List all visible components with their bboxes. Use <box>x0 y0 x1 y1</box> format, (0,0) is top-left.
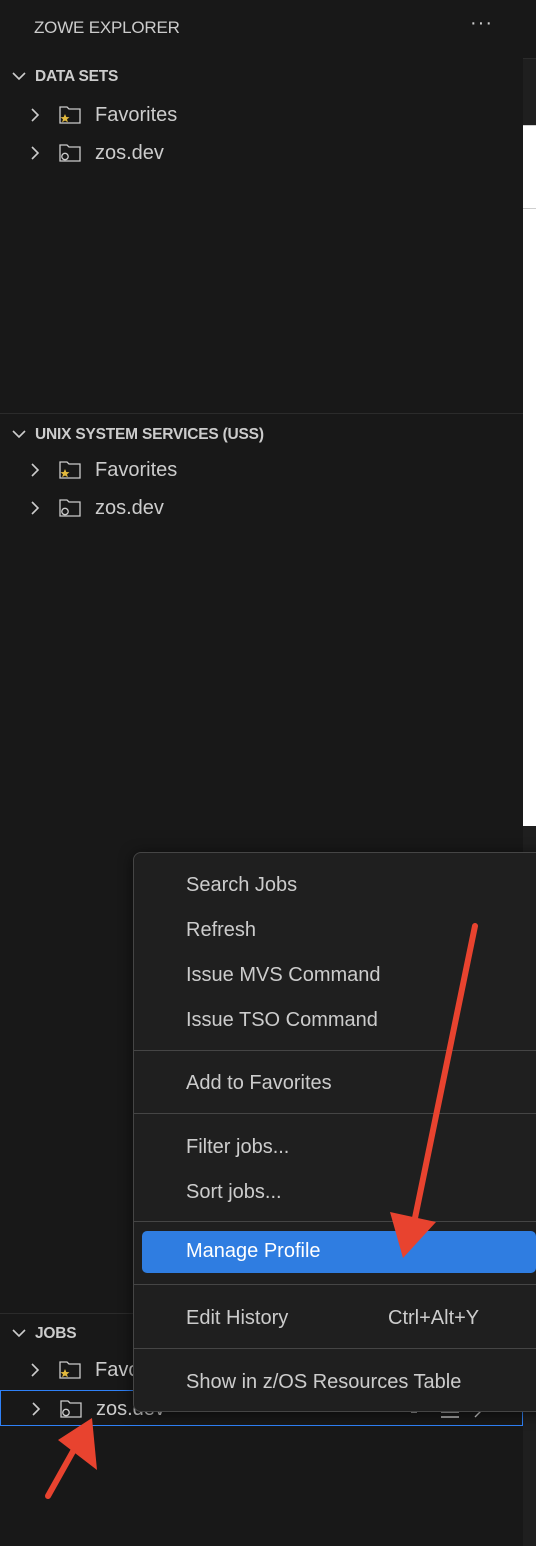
favorites-folder-icon <box>59 106 81 124</box>
menu-item-refresh[interactable]: Refresh <box>142 910 536 952</box>
context-menu: Search Jobs Refresh Issue MVS Command Is… <box>133 852 536 1412</box>
menu-item-issue-tso-command[interactable]: Issue TSO Command <box>142 1000 536 1042</box>
section-header-datasets[interactable]: DATA SETS <box>0 62 523 92</box>
menu-item-label: Add to Favorites <box>186 1072 332 1094</box>
panel-title: ZOWE EXPLORER <box>34 18 180 37</box>
chevron-down-icon <box>12 430 26 439</box>
more-actions-button[interactable]: ··· <box>470 12 493 35</box>
menu-item-label: Edit History <box>186 1307 289 1329</box>
chevron-right-icon <box>31 146 40 160</box>
menu-item-edit-history[interactable]: Edit History Ctrl+Alt+Y <box>142 1298 536 1340</box>
menu-item-sort-jobs[interactable]: Sort jobs... <box>142 1172 536 1214</box>
chevron-right-icon <box>31 501 40 515</box>
tree-item-favorites[interactable]: Favorites <box>0 97 523 133</box>
tree-item-label: Favorites <box>95 459 178 481</box>
tree-item-profile[interactable]: zos.dev <box>0 135 523 171</box>
chevron-right-icon <box>32 1402 41 1416</box>
favorites-folder-icon <box>59 1361 81 1379</box>
section-divider <box>0 413 523 414</box>
menu-item-filter-jobs[interactable]: Filter jobs... <box>142 1127 536 1169</box>
tree-item-label: zos.dev <box>95 142 164 164</box>
menu-item-shortcut: Ctrl+Alt+Y <box>388 1307 480 1329</box>
menu-separator <box>134 1348 536 1349</box>
menu-item-search-jobs[interactable]: Search Jobs <box>142 865 536 907</box>
tree-item-favorites[interactable]: Favorites <box>0 452 523 488</box>
menu-item-label: Refresh <box>186 919 257 941</box>
favorites-folder-icon <box>59 461 81 479</box>
editor-pane <box>523 125 536 826</box>
menu-separator <box>134 1050 536 1051</box>
chevron-right-icon <box>31 108 40 122</box>
section-label: DATA SETS <box>35 68 119 85</box>
tree-item-label: zos.dev <box>95 497 164 519</box>
menu-item-label: Search Jobs <box>186 874 298 896</box>
menu-item-label: Manage Profile <box>186 1240 321 1262</box>
tree-item-label: Favorites <box>95 104 178 126</box>
menu-separator <box>134 1284 536 1285</box>
chevron-down-icon <box>12 72 26 81</box>
menu-item-manage-profile[interactable]: Manage Profile <box>142 1231 536 1273</box>
menu-item-add-to-favorites[interactable]: Add to Favorites <box>142 1063 536 1105</box>
chevron-down-icon <box>12 1329 26 1338</box>
menu-item-issue-mvs-command[interactable]: Issue MVS Command <box>142 955 536 997</box>
menu-item-label: Issue MVS Command <box>186 964 381 986</box>
menu-item-label: Sort jobs... <box>186 1181 282 1203</box>
editor-rule <box>523 208 536 209</box>
section-header-uss[interactable]: UNIX SYSTEM SERVICES (USS) <box>0 420 523 450</box>
menu-item-show-in-resources-table[interactable]: Show in z/OS Resources Table <box>142 1362 536 1404</box>
section-label: JOBS <box>35 1325 77 1342</box>
profile-folder-icon <box>59 499 81 517</box>
menu-separator <box>134 1221 536 1222</box>
section-label: UNIX SYSTEM SERVICES (USS) <box>35 426 264 443</box>
menu-separator <box>134 1113 536 1114</box>
menu-item-label: Show in z/OS Resources Table <box>186 1371 462 1393</box>
menu-item-label: Filter jobs... <box>186 1136 290 1158</box>
chevron-right-icon <box>31 463 40 477</box>
editor-tab-bar <box>523 0 536 59</box>
tree-item-profile[interactable]: zos.dev <box>0 490 523 526</box>
profile-folder-icon <box>60 1400 82 1418</box>
menu-item-label: Issue TSO Command <box>186 1009 378 1031</box>
profile-folder-icon <box>59 144 81 162</box>
chevron-right-icon <box>31 1363 40 1377</box>
